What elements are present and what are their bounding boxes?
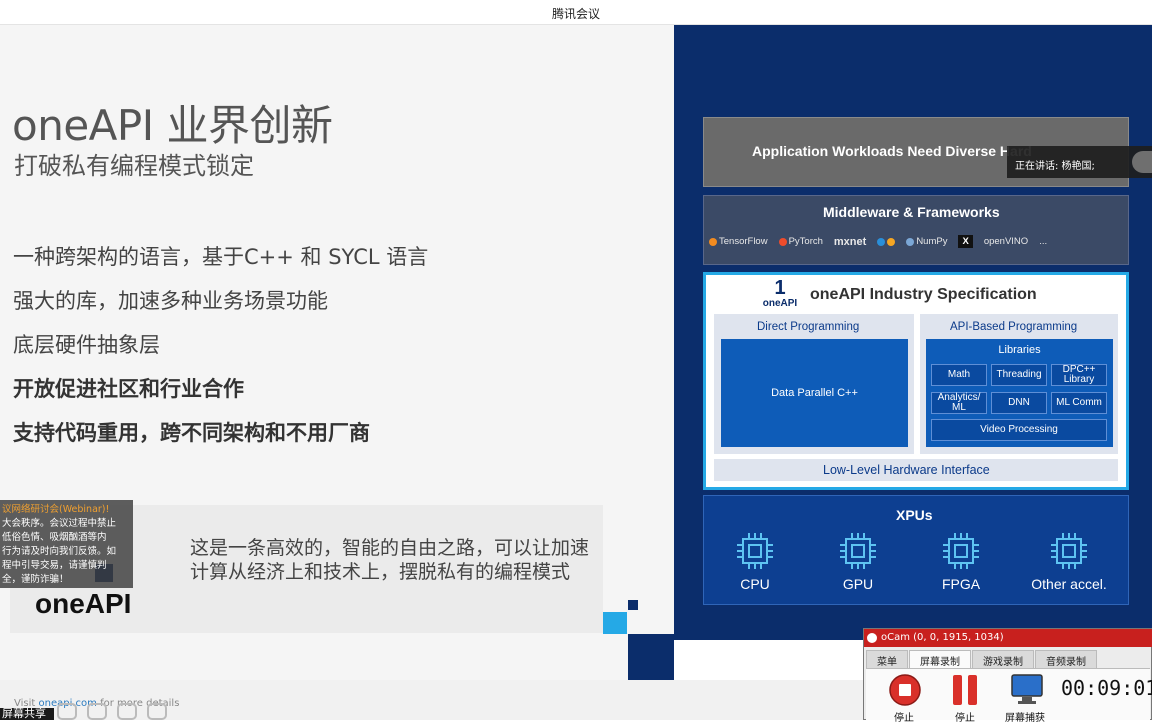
learn-icon bbox=[877, 237, 886, 246]
bullet-item: 支持代码重用，跨不同架构和不用厂商 bbox=[13, 421, 370, 445]
framework-x: X bbox=[958, 235, 973, 248]
notice-line: 低俗色情、吸烟酗酒等内 bbox=[2, 532, 107, 543]
low-level-hardware-title: Low-Level Hardware Interface bbox=[823, 463, 990, 477]
xpu-label-fpga: FPGA bbox=[941, 576, 981, 592]
bullet-item: 底层硬件抽象层 bbox=[13, 333, 160, 357]
library-video-processing: Video Processing bbox=[931, 419, 1107, 441]
screen-capture-icon[interactable] bbox=[1010, 673, 1044, 705]
meeting-notice-overlay: 议网络研讨会(Webinar)! 大会秩序。会议过程中禁止 低俗色情、吸烟酗酒等… bbox=[0, 500, 133, 588]
framework-mxnet: mxnet bbox=[833, 235, 867, 248]
direct-programming-title: Direct Programming bbox=[757, 321, 860, 333]
window-title: 腾讯会议 bbox=[551, 7, 600, 21]
notice-line: 全，谨防诈骗！ bbox=[2, 574, 69, 585]
bullet-item: 强大的库，加速多种业务场景功能 bbox=[13, 289, 328, 313]
cpu-chip-icon bbox=[737, 533, 773, 569]
framework-pytorch: PyTorch bbox=[778, 236, 823, 247]
x-logo-icon: X bbox=[958, 235, 973, 248]
bullet-item: 开放促进社区和行业合作 bbox=[13, 377, 244, 401]
library-dnn: DNN bbox=[991, 392, 1047, 414]
pause-label: 停止 bbox=[955, 713, 975, 724]
recording-timer: 00:09:01 bbox=[1061, 676, 1152, 700]
notice-line: 行为请及时向我们反馈。如 bbox=[2, 546, 117, 557]
ocam-window: oCam (0, 0, 1915, 1034) 菜单 屏幕录制 游戏录制 音频录… bbox=[863, 628, 1152, 724]
framework-logos: TensorFlow PyTorch mxnet NumPy X openVIN… bbox=[709, 235, 1121, 248]
meeting-controls bbox=[57, 703, 167, 720]
library-analytics-ml: Analytics/ ML bbox=[931, 392, 987, 414]
decor-square bbox=[603, 612, 627, 634]
speaker-toggle-button[interactable] bbox=[1132, 151, 1152, 173]
notice-line: 程中引导交易，请谨慎判 bbox=[2, 560, 107, 571]
stop-record-icon[interactable] bbox=[888, 673, 922, 707]
framework-more: ... bbox=[1039, 236, 1048, 247]
framework-tensorflow: TensorFlow bbox=[709, 236, 768, 247]
decor-square bbox=[628, 634, 674, 680]
notice-line: 大会秩序。会议过程中禁止 bbox=[2, 518, 117, 529]
library-dpcpp: DPC++ Library bbox=[1051, 364, 1107, 386]
library-math: Math bbox=[931, 364, 987, 386]
pause-icon[interactable] bbox=[950, 673, 980, 707]
more-icon[interactable] bbox=[147, 703, 167, 720]
framework-openvino: openVINO bbox=[983, 236, 1029, 247]
decor-square bbox=[628, 600, 638, 610]
ocam-title: oCam (0, 0, 1915, 1034) bbox=[881, 632, 1004, 643]
app-titlebar: 腾讯会议 bbox=[0, 0, 1152, 25]
quote-text: 这是一条高效的，智能的自由之路，可以让加速计算从经济上和技术上，摆脱私有的编程模… bbox=[190, 537, 590, 583]
middleware-title: Middleware & Frameworks bbox=[823, 204, 1000, 220]
numpy-icon bbox=[906, 237, 915, 246]
xpus-title: XPUs bbox=[896, 507, 933, 523]
ocam-app-icon bbox=[867, 633, 877, 643]
library-ml-comm: ML Comm bbox=[1051, 392, 1107, 414]
zoom-icon[interactable] bbox=[87, 703, 107, 720]
accelerator-chip-icon bbox=[1051, 533, 1087, 569]
slide-subtitle: 打破私有编程模式锁定 bbox=[14, 152, 254, 180]
xpu-label-other: Other accel. bbox=[1031, 576, 1107, 592]
slide-title: oneAPI 业界创新 bbox=[12, 101, 333, 150]
screen-share-label[interactable]: 屏幕共享 bbox=[0, 708, 54, 720]
gpu-chip-icon bbox=[840, 533, 876, 569]
capture-label: 屏幕捕获 bbox=[1005, 713, 1045, 724]
library-threading: Threading bbox=[991, 364, 1047, 386]
notice-title: 议网络研讨会(Webinar)! bbox=[2, 504, 110, 515]
pytorch-icon bbox=[778, 237, 787, 246]
data-parallel-cpp-box: Data Parallel C++ bbox=[721, 339, 908, 447]
document-icon[interactable] bbox=[117, 703, 137, 720]
tensorflow-icon bbox=[709, 237, 717, 246]
xpu-label-cpu: CPU bbox=[740, 576, 770, 592]
stop-label: 停止 bbox=[894, 713, 914, 724]
spec-title: oneAPI Industry Specification bbox=[810, 286, 1037, 303]
spec-logo: 1 oneAPI bbox=[762, 277, 798, 309]
ocam-titlebar: oCam (0, 0, 1915, 1034) bbox=[864, 629, 1152, 647]
fpga-chip-icon bbox=[943, 533, 979, 569]
libraries-title: Libraries bbox=[998, 344, 1041, 356]
api-programming-title: API-Based Programming bbox=[950, 321, 1078, 333]
framework-learn bbox=[877, 237, 896, 246]
bullet-item: 一种跨架构的语言，基于C++ 和 SYCL 语言 bbox=[13, 245, 429, 269]
camera-icon[interactable] bbox=[57, 703, 77, 720]
oneapi-logo: oneAPI bbox=[35, 588, 132, 619]
app-layer-label: Application Workloads Need Diverse Hard bbox=[752, 143, 1032, 159]
speaker-indicator: 正在讲话: 杨艳国; bbox=[1007, 146, 1152, 178]
framework-numpy: NumPy bbox=[906, 236, 947, 247]
xpu-label-gpu: GPU bbox=[842, 576, 874, 592]
